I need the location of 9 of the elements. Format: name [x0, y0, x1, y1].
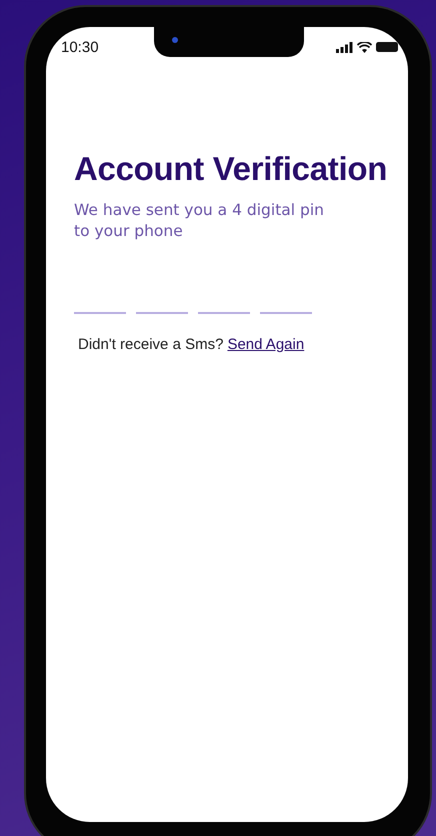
page-title: Account Verification — [74, 150, 388, 188]
wifi-icon — [357, 42, 372, 52]
camera-icon — [172, 37, 178, 43]
instruction-text: We have sent you a 4 digital pin to your phone — [74, 200, 325, 242]
send-again-link[interactable]: Send Again — [227, 336, 304, 353]
signal-icon — [336, 42, 353, 52]
status-time: 10:30 — [61, 38, 99, 56]
battery-icon — [376, 42, 398, 52]
resend-prompt: Didn't receive a Sms? — [78, 336, 224, 353]
